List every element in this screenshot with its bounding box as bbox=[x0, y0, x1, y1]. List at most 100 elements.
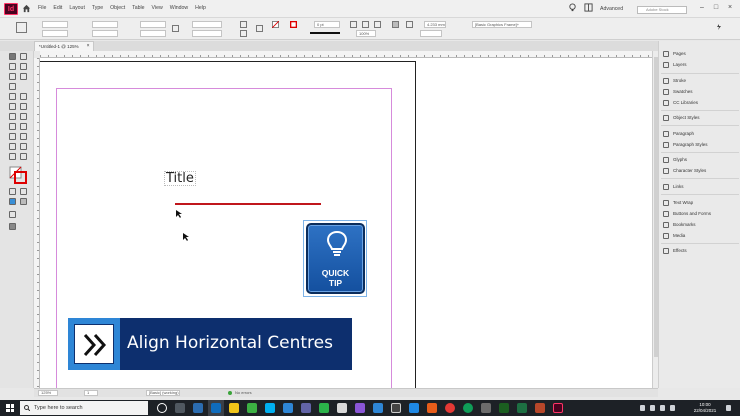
panel-paragraph[interactable]: Paragraph bbox=[659, 129, 740, 139]
chrome-icon[interactable] bbox=[445, 403, 455, 413]
outlook-icon[interactable] bbox=[211, 403, 221, 413]
shear-field[interactable] bbox=[192, 30, 222, 37]
height-field[interactable] bbox=[92, 30, 118, 37]
panel-buttons-forms[interactable]: Buttons and Forms bbox=[659, 209, 740, 219]
panel-swatches[interactable]: Swatches bbox=[659, 87, 740, 97]
width-field[interactable] bbox=[92, 21, 118, 28]
home-icon[interactable] bbox=[22, 4, 31, 13]
app-icon[interactable] bbox=[193, 403, 203, 413]
preflight-status-text[interactable]: No errors bbox=[235, 389, 252, 397]
base-style-field[interactable]: [Basic] (working) bbox=[146, 390, 180, 396]
normal-mode-icon[interactable] bbox=[9, 211, 16, 218]
menu-table[interactable]: Table bbox=[132, 5, 144, 11]
free-transform-tool-icon[interactable] bbox=[20, 123, 27, 130]
title-text-frame[interactable]: Title bbox=[164, 171, 196, 186]
app-icon[interactable] bbox=[499, 403, 509, 413]
select-container-icon[interactable] bbox=[256, 25, 263, 32]
object-style-dropdown[interactable]: [Basic Graphics Frame]+ bbox=[472, 21, 532, 28]
panel-layers[interactable]: Layers bbox=[659, 60, 740, 70]
gradient-swatch-tool-icon[interactable] bbox=[9, 133, 16, 140]
red-line-object[interactable] bbox=[175, 203, 321, 205]
pasteboard[interactable]: Title QUICK TIP Align Horizontal Centres bbox=[40, 58, 652, 388]
fit-frame-icon[interactable] bbox=[374, 21, 381, 28]
app-icon[interactable] bbox=[373, 403, 383, 413]
app-icon[interactable] bbox=[337, 403, 347, 413]
panel-media[interactable]: Media bbox=[659, 231, 740, 241]
rotation-field[interactable] bbox=[192, 21, 222, 28]
excel-icon[interactable] bbox=[517, 403, 527, 413]
rotate-90-icon[interactable] bbox=[240, 21, 247, 28]
maximize-button[interactable]: □ bbox=[712, 4, 720, 12]
taskbar-clock[interactable]: 10:00 22/04/2021 bbox=[690, 402, 720, 414]
frame-fitting-icon[interactable] bbox=[350, 21, 357, 28]
panel-character-styles[interactable]: Character Styles bbox=[659, 166, 740, 176]
close-window-button[interactable]: × bbox=[726, 4, 734, 12]
volume-icon[interactable] bbox=[670, 405, 675, 411]
stroke-type-swatch[interactable] bbox=[310, 32, 340, 34]
edge-icon[interactable] bbox=[463, 403, 473, 413]
panel-effects[interactable]: Effects bbox=[659, 246, 740, 256]
close-tab-icon[interactable]: × bbox=[87, 42, 90, 51]
app-icon[interactable] bbox=[283, 403, 293, 413]
formatting-container-icon[interactable] bbox=[9, 188, 16, 195]
fill-none-icon[interactable] bbox=[272, 21, 279, 28]
indesign-icon[interactable] bbox=[553, 403, 563, 413]
menu-file[interactable]: File bbox=[38, 5, 46, 11]
type-tool-icon[interactable] bbox=[9, 83, 16, 90]
line-tool-icon[interactable] bbox=[9, 93, 16, 100]
windows-start-icon[interactable] bbox=[6, 404, 14, 412]
y-position-field[interactable] bbox=[42, 30, 68, 37]
formatting-text-icon[interactable] bbox=[20, 188, 27, 195]
panel-paragraph-styles[interactable]: Paragraph Styles bbox=[659, 140, 740, 150]
panel-pages[interactable]: Pages bbox=[659, 49, 740, 59]
teams-icon[interactable] bbox=[301, 403, 311, 413]
rectangle-frame-tool-icon[interactable] bbox=[9, 113, 16, 120]
drop-shadow-icon[interactable] bbox=[392, 21, 399, 28]
page-tool-icon[interactable] bbox=[9, 63, 16, 70]
menu-window[interactable]: Window bbox=[170, 5, 188, 11]
menu-object[interactable]: Object bbox=[110, 5, 125, 11]
tray-icon[interactable] bbox=[650, 405, 655, 411]
skype-icon[interactable] bbox=[265, 403, 275, 413]
menu-view[interactable]: View bbox=[152, 5, 163, 11]
app-icon[interactable] bbox=[355, 403, 365, 413]
menu-edit[interactable]: Edit bbox=[53, 5, 62, 11]
taskbar-search[interactable]: Type here to search bbox=[20, 401, 148, 415]
scale-x-field[interactable] bbox=[140, 21, 166, 28]
zoom-level-field[interactable]: 125% bbox=[38, 390, 58, 396]
constrain-proportions-icon[interactable] bbox=[172, 25, 179, 32]
direct-selection-tool-icon[interactable] bbox=[20, 53, 27, 60]
stroke-width-field[interactable]: 4.233 mm bbox=[424, 21, 446, 28]
fit-content-icon[interactable] bbox=[362, 21, 369, 28]
rectangle-tool-icon[interactable] bbox=[20, 113, 27, 120]
horizontal-ruler[interactable] bbox=[40, 51, 652, 58]
opacity-field[interactable]: 100% bbox=[356, 30, 376, 37]
panel-text-wrap[interactable]: Text Wrap bbox=[659, 198, 740, 208]
minimize-button[interactable]: – bbox=[698, 4, 706, 12]
corner-options-field[interactable] bbox=[420, 30, 442, 37]
workspace-switcher[interactable]: Advanced bbox=[600, 6, 623, 12]
x-position-field[interactable] bbox=[42, 21, 68, 28]
flip-icon[interactable] bbox=[240, 30, 247, 37]
panel-links[interactable]: Links bbox=[659, 182, 740, 192]
tray-icon[interactable] bbox=[640, 405, 645, 411]
app-icon[interactable] bbox=[319, 403, 329, 413]
scale-y-field[interactable] bbox=[140, 30, 166, 37]
powerpoint-icon[interactable] bbox=[535, 403, 545, 413]
panel-cc-libraries[interactable]: CC Libraries bbox=[659, 98, 740, 108]
document-tab[interactable]: *Untitled-1 @ 125% × bbox=[34, 41, 94, 51]
quick-tip-graphic-frame[interactable]: QUICK TIP bbox=[303, 220, 367, 297]
app-icon[interactable] bbox=[391, 403, 401, 413]
app-icon[interactable] bbox=[247, 403, 257, 413]
app-icon[interactable] bbox=[409, 403, 419, 413]
fill-stroke-swatches-icon[interactable] bbox=[9, 166, 27, 184]
arrange-documents-icon[interactable] bbox=[584, 3, 593, 12]
stroke-color-icon[interactable] bbox=[290, 21, 297, 28]
selection-tool-icon[interactable] bbox=[9, 53, 16, 60]
file-explorer-icon[interactable] bbox=[229, 403, 239, 413]
reference-point-icon[interactable] bbox=[16, 22, 27, 33]
preflight-status-icon[interactable] bbox=[228, 391, 232, 395]
app-icon[interactable] bbox=[481, 403, 491, 413]
scissors-tool-icon[interactable] bbox=[9, 123, 16, 130]
pencil-tool-icon[interactable] bbox=[9, 103, 16, 110]
